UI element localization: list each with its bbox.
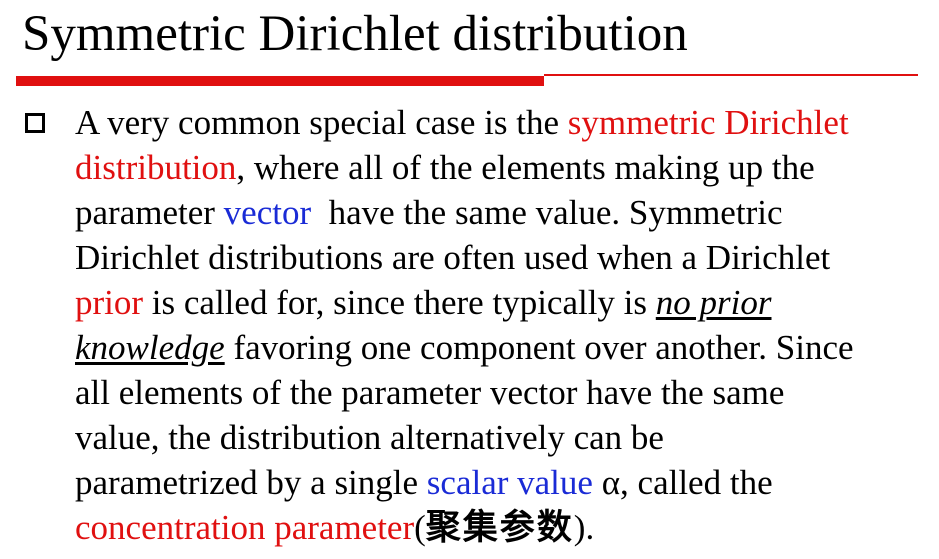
text-run: ( [414, 508, 426, 547]
text-line-6: knowledge favoring one component over an… [75, 325, 925, 370]
term-prior: prior [75, 283, 144, 322]
slide-title: Symmetric Dirichlet distribution [22, 6, 688, 62]
text-line-1: A very common special case is the symmet… [75, 100, 925, 145]
text-line-3: parameter vector have the same value. Sy… [75, 190, 925, 235]
term-concentration-parameter: concentration parameter [75, 508, 415, 547]
chinese-term: 聚集参数 [425, 508, 574, 548]
bullet-paragraph: A very common special case is the symmet… [75, 100, 925, 551]
text-line-9: parametrized by a single scalar value α,… [75, 460, 925, 505]
text-run: parameter [75, 193, 224, 232]
text-line-4: Dirichlet distributions are often used w… [75, 238, 831, 277]
title-underline-thin [544, 74, 918, 76]
text-run: , where all of the elements making up th… [236, 148, 815, 187]
link-scalar-value[interactable]: scalar value [427, 463, 593, 502]
text-line-10: concentration parameter(聚集参数). [75, 505, 925, 551]
text-line-8: value, the distribution alternatively ca… [75, 418, 664, 457]
link-vector[interactable]: vector [224, 193, 311, 232]
text-run: have the same value. Symmetric [311, 193, 783, 232]
text-line-7: all elements of the parameter vector hav… [75, 373, 785, 412]
term-distribution: distribution [75, 148, 237, 187]
text-line-5: prior is called for, since there typical… [75, 280, 925, 325]
text-run: favoring one component over another. Sin… [224, 328, 854, 367]
text-run: A very common special case is the [75, 103, 568, 142]
term-symmetric-dirichlet: symmetric Dirichlet [567, 103, 849, 142]
text-run: α, called the [592, 463, 773, 502]
emphasis-no-prior: no prior [655, 283, 772, 322]
title-underline-thick [16, 76, 544, 86]
text-run: parametrized by a single [75, 463, 427, 502]
text-run: ). [573, 508, 595, 547]
emphasis-knowledge: knowledge [75, 328, 225, 367]
hollow-square-bullet-icon [25, 113, 45, 133]
text-line-2: distribution, where all of the elements … [75, 145, 925, 190]
text-run: is called for, since there typically is [143, 283, 656, 322]
